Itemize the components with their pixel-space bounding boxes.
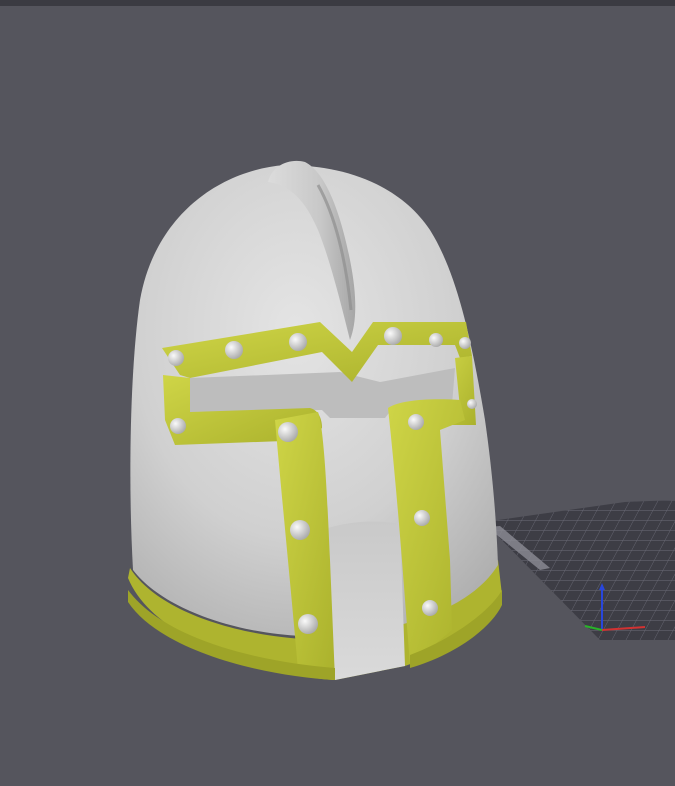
- rivet: [429, 333, 443, 347]
- rivet: [290, 520, 310, 540]
- rivet: [459, 337, 471, 349]
- rivet: [289, 333, 307, 351]
- rivet: [278, 422, 298, 442]
- rivet: [422, 600, 438, 616]
- rivet: [384, 327, 402, 345]
- rivet: [414, 510, 430, 526]
- rivet: [225, 341, 243, 359]
- rivet: [408, 414, 424, 430]
- 3d-viewport[interactable]: [0, 0, 675, 786]
- rivet: [170, 418, 186, 434]
- build-plate: [484, 500, 675, 640]
- scene-canvas[interactable]: [0, 0, 675, 786]
- rivet: [298, 614, 318, 634]
- build-plate-grid: [484, 500, 675, 640]
- rivet: [467, 399, 477, 409]
- rivet: [168, 350, 184, 366]
- face-opening: [322, 521, 405, 680]
- helmet-model[interactable]: [128, 160, 502, 680]
